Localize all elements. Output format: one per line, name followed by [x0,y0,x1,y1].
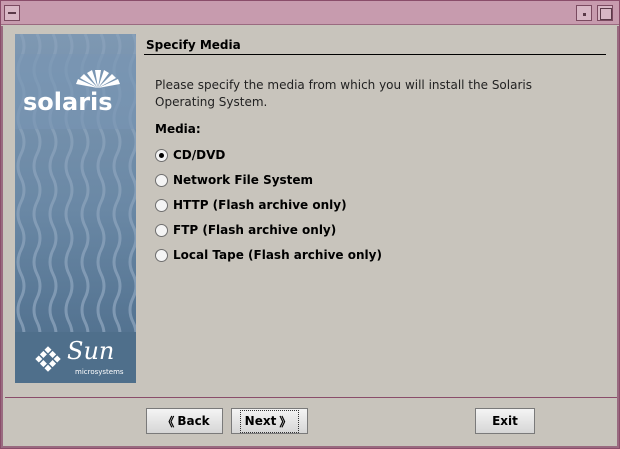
installer-window: solaris Sun microsystems Specify Media P… [0,0,620,449]
next-button-focus: Next 》 [239,409,300,433]
sunburst-icon [76,70,120,88]
maximize-icon[interactable] [597,5,613,21]
title-bar[interactable] [1,1,619,25]
exit-button[interactable]: Exit [475,408,535,434]
sun-logo-icon [35,346,61,372]
radio-button[interactable] [155,248,168,262]
radio-option-nfs[interactable]: Network File System [155,171,313,189]
next-button-label: Next [244,414,277,428]
microsystems-text: microsystems [75,368,124,376]
button-bar-divider [5,397,617,398]
back-button-label: Back [177,414,210,428]
window-menu-icon[interactable] [4,5,20,21]
media-label: Media: [155,122,201,136]
radio-button[interactable] [155,148,168,162]
radio-option-ftp[interactable]: FTP (Flash archive only) [155,221,336,239]
chevron-left-icon: 《 [162,414,175,429]
exit-button-label: Exit [492,414,518,428]
minimize-icon[interactable] [576,5,592,21]
next-button[interactable]: Next 》 [231,408,308,434]
radio-button[interactable] [155,198,168,212]
radio-label: FTP (Flash archive only) [173,223,337,237]
brand-panel: solaris Sun microsystems [15,34,136,383]
radio-label: CD/DVD [173,148,226,162]
page-title: Specify Media [146,38,241,52]
title-divider [144,54,606,55]
radio-option-cd-dvd[interactable]: CD/DVD [155,146,225,164]
back-button[interactable]: 《 Back [146,408,223,434]
radio-option-http[interactable]: HTTP (Flash archive only) [155,196,347,214]
radio-label: Local Tape (Flash archive only) [173,248,382,262]
chevron-right-icon: 》 [279,414,292,429]
radio-button[interactable] [155,223,168,237]
page-description: Please specify the media from which you … [155,78,532,109]
sun-logo-text: Sun [67,337,115,365]
radio-label: Network File System [173,173,314,187]
dialog-body: solaris Sun microsystems Specify Media P… [1,26,619,448]
solaris-logo-text: solaris [23,88,113,116]
radio-button[interactable] [155,173,168,187]
radio-option-local-tape[interactable]: Local Tape (Flash archive only) [155,246,382,264]
radio-label: HTTP (Flash archive only) [173,198,347,212]
